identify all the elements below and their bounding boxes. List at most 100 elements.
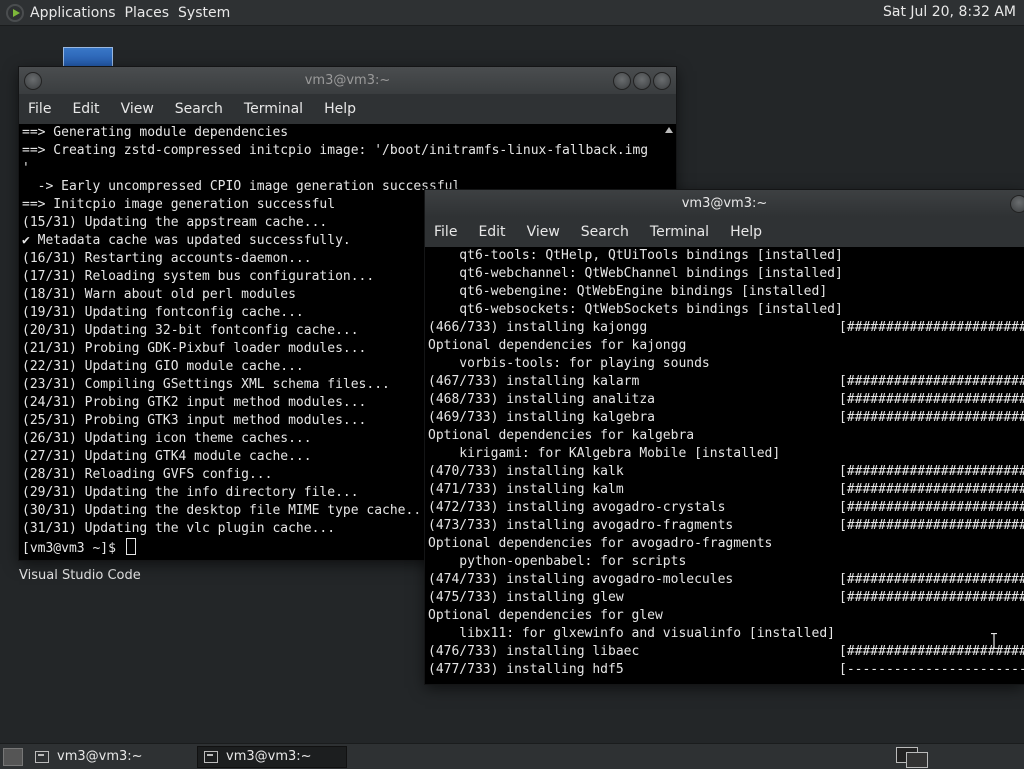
terminal-line: ==> Generating module dependencies <box>22 125 289 140</box>
terminal-line: (468/733) installing analitza [##########… <box>428 391 1024 409</box>
clock[interactable]: Sat Jul 20, 8:32 AM <box>883 4 1016 20</box>
places-menu[interactable]: Places <box>125 5 179 21</box>
terminal-window-foreground[interactable]: vm3@vm3:~ File Edit View Search Terminal… <box>425 190 1024 684</box>
menu-edit[interactable]: Edit <box>469 224 517 240</box>
menu-file[interactable]: File <box>19 101 63 117</box>
terminal-line: qt6-webengine: QtWebEngine bindings [ins… <box>428 283 1024 301</box>
menu-view[interactable]: View <box>518 224 572 240</box>
menu-terminal[interactable]: Terminal <box>235 101 315 117</box>
terminal-cursor <box>125 538 136 555</box>
terminal-line-text: (475/733) installing glew <box>428 590 624 605</box>
taskbar: vm3@vm3:~ vm3@vm3:~ <box>0 743 1024 769</box>
desktop-icon-label[interactable]: Visual Studio Code <box>19 568 141 583</box>
terminal-line: (473/733) installing avogadro-fragments [… <box>428 517 1024 535</box>
terminal-line-text: Optional dependencies for kalgebra <box>428 428 695 443</box>
menu-view[interactable]: View <box>112 101 166 117</box>
progress-bar-text: [####################### <box>839 320 1024 335</box>
window-titlebar[interactable]: vm3@vm3:~ <box>19 67 676 94</box>
window-menu-button[interactable] <box>24 72 42 90</box>
minimize-button[interactable] <box>1010 195 1024 213</box>
progress-bar-text: [####################### <box>839 464 1024 479</box>
menu-terminal[interactable]: Terminal <box>641 224 721 240</box>
terminal-line: Optional dependencies for glew <box>428 607 1024 625</box>
terminal-line-text: libx11: for glxewinfo and visualinfo [in… <box>428 626 835 641</box>
terminal-menubar: File Edit View Search Terminal Help <box>425 217 1024 247</box>
terminal-line-text: kirigami: for KAlgebra Mobile [installed… <box>428 446 781 461</box>
taskbar-item-active[interactable]: vm3@vm3:~ <box>197 745 347 768</box>
terminal-line-text: (474/733) installing avogadro-molecules <box>428 572 734 587</box>
terminal-line-text: (476/733) installing libaec <box>428 644 640 659</box>
terminal-line: (471/733) installing kalm [##############… <box>428 481 1024 499</box>
window-title: vm3@vm3:~ <box>304 73 391 88</box>
taskbar-item-label: vm3@vm3:~ <box>57 749 143 764</box>
terminal-line: (469/733) installing kalgebra [##########… <box>428 409 1024 427</box>
window-title: vm3@vm3:~ <box>681 196 768 211</box>
menu-search[interactable]: Search <box>166 101 235 117</box>
terminal-line: vorbis-tools: for playing sounds <box>428 355 1024 373</box>
terminal-line-text: qt6-websockets: QtWebSockets bindings [i… <box>428 302 843 317</box>
top-panel: Applications Places System ⁝ Sat Jul 20,… <box>0 0 1024 26</box>
terminal-line-text: qt6-webchannel: QtWebChannel bindings [i… <box>428 266 843 281</box>
terminal-line-text: Optional dependencies for kajongg <box>428 338 687 353</box>
progress-bar-text: [----------------------- <box>839 662 1024 677</box>
terminal-line-text: (470/733) installing kalk <box>428 464 624 479</box>
close-button[interactable] <box>653 72 671 90</box>
terminal-menubar: File Edit View Search Terminal Help <box>19 94 676 124</box>
progress-bar-text: [####################### <box>839 518 1024 533</box>
terminal-icon <box>35 750 49 763</box>
text-cursor-icon <box>991 633 997 649</box>
menu-help[interactable]: Help <box>315 101 368 117</box>
terminal-line: qt6-tools: QtHelp, QtUiTools bindings [i… <box>428 247 1024 265</box>
distro-logo-icon[interactable] <box>6 3 24 22</box>
terminal-line-text: qt6-webengine: QtWebEngine bindings [ins… <box>428 284 828 299</box>
terminal-line: Optional dependencies for avogadro-fragm… <box>428 535 1024 553</box>
maximize-button[interactable] <box>633 72 651 90</box>
terminal-line: ' <box>22 161 30 176</box>
terminal-line: kirigami: for KAlgebra Mobile [installed… <box>428 445 1024 463</box>
terminal-line: (475/733) installing glew [##############… <box>428 589 1024 607</box>
terminal-output[interactable]: qt6-tools: QtHelp, QtUiTools bindings [i… <box>425 247 1024 684</box>
terminal-line: (472/733) installing avogadro-crystals [#… <box>428 499 1024 517</box>
terminal-line-text: (472/733) installing avogadro-crystals <box>428 500 726 515</box>
terminal-line: Optional dependencies for kalgebra <box>428 427 1024 445</box>
taskbar-item[interactable]: vm3@vm3:~ <box>29 746 179 768</box>
terminal-line-text: qt6-tools: QtHelp, QtUiTools bindings [i… <box>428 248 843 263</box>
terminal-icon <box>204 750 218 763</box>
system-menu[interactable]: System <box>178 5 239 21</box>
terminal-line: libx11: for glxewinfo and visualinfo [in… <box>428 625 1024 643</box>
terminal-line: (467/733) installing kalarm [############… <box>428 373 1024 391</box>
terminal-line-text: (467/733) installing kalarm <box>428 374 640 389</box>
progress-bar-text: [####################### <box>839 410 1024 425</box>
terminal-line: (476/733) installing libaec [############… <box>428 643 1024 661</box>
terminal-line: (466/733) installing kajongg [###########… <box>428 319 1024 337</box>
window-titlebar[interactable]: vm3@vm3:~ <box>425 190 1024 217</box>
workspace-switcher[interactable] <box>896 747 928 768</box>
terminal-line-text: (477/733) installing hdf5 <box>428 662 624 677</box>
minimize-button[interactable] <box>613 72 631 90</box>
terminal-line: (477/733) installing hdf5 [--------------… <box>428 661 1024 679</box>
terminal-line-text: (466/733) installing kajongg <box>428 320 648 335</box>
menu-file[interactable]: File <box>425 224 469 240</box>
terminal-line: (474/733) installing avogadro-molecules [… <box>428 571 1024 589</box>
terminal-line: qt6-webchannel: QtWebChannel bindings [i… <box>428 265 1024 283</box>
progress-bar-text: [####################### <box>839 482 1024 497</box>
menu-edit[interactable]: Edit <box>63 101 111 117</box>
menu-search[interactable]: Search <box>572 224 641 240</box>
terminal-line-text: vorbis-tools: for playing sounds <box>428 356 710 371</box>
progress-bar-text: [####################### <box>839 590 1024 605</box>
progress-bar-text: [####################### <box>839 500 1024 515</box>
show-desktop-icon[interactable] <box>3 747 23 766</box>
workspace-2[interactable] <box>906 752 928 768</box>
terminal-line: python-openbabel: for scripts <box>428 553 1024 571</box>
terminal-line: ==> Creating zstd-compressed initcpio im… <box>22 143 649 158</box>
terminal-line-text: python-openbabel: for scripts <box>428 554 687 569</box>
terminal-line-text: Optional dependencies for avogadro-fragm… <box>428 536 773 551</box>
taskbar-item-label: vm3@vm3:~ <box>226 749 312 764</box>
terminal-line-text: (471/733) installing kalm <box>428 482 624 497</box>
progress-bar-text: [####################### <box>839 392 1024 407</box>
terminal-line: qt6-websockets: QtWebSockets bindings [i… <box>428 301 1024 319</box>
progress-bar-text: [####################### <box>839 374 1024 389</box>
applications-menu[interactable]: Applications <box>30 5 125 21</box>
menu-help[interactable]: Help <box>721 224 774 240</box>
terminal-line: Optional dependencies for kajongg <box>428 337 1024 355</box>
